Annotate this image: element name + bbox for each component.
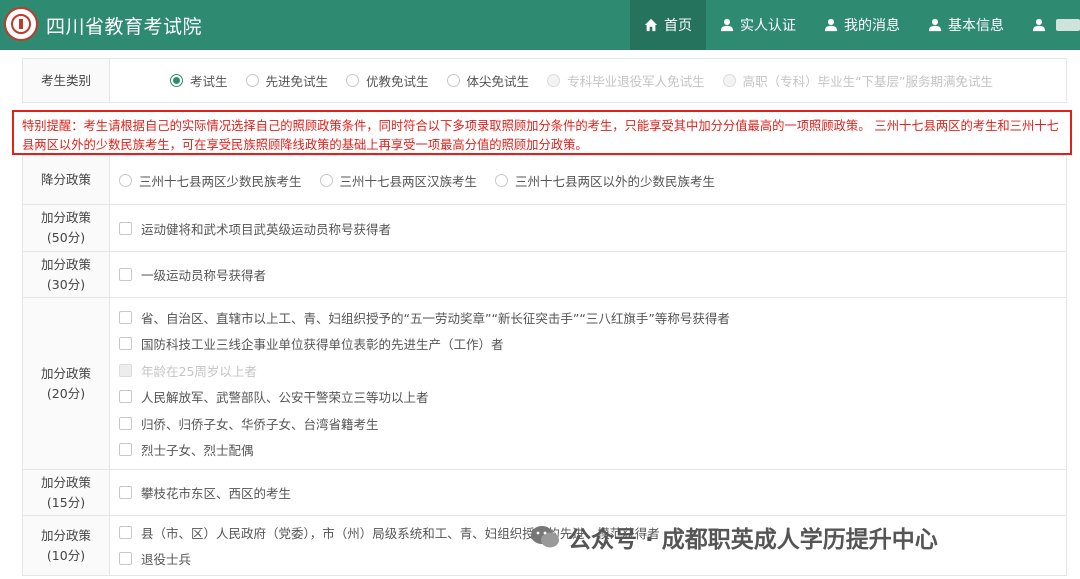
checkbox-icon[interactable] xyxy=(119,221,132,235)
nav-label: 基本信息 xyxy=(948,18,1004,34)
user-icon xyxy=(1032,18,1046,32)
bonus-policy-label: 加分政策 (20分) xyxy=(23,298,110,469)
radio-icon[interactable] xyxy=(495,173,509,187)
radio-label: 考试生 xyxy=(190,74,228,89)
radio-option[interactable]: 先进免试生 xyxy=(245,71,329,90)
radio-option[interactable]: 三州十七县两区以外的少数民族考生 xyxy=(495,171,715,190)
checkbox-option[interactable]: 人民解放军、武警部队、公安干警荣立三等功以上者 xyxy=(119,384,1057,411)
checkbox-label: 国防科技工业三线企事业单位获得单位表彰的先进生产（工作）者 xyxy=(141,337,504,353)
checkbox-label: 一级运动员称号获得者 xyxy=(141,268,267,283)
checkbox-icon[interactable] xyxy=(119,390,132,404)
bonus-policy-label: 加分政策 (50分) xyxy=(23,205,110,251)
nav-identity-auth[interactable]: 实人认证 xyxy=(706,0,810,50)
checkbox-label: 归侨、归侨子女、华侨子女、台湾省籍考生 xyxy=(141,416,379,432)
checkbox-option[interactable]: 运动健将和武术项目武英级运动员称号获得者 xyxy=(119,215,1057,242)
home-icon xyxy=(644,18,658,32)
radio-checked-icon[interactable] xyxy=(170,74,183,87)
reduce-policy-options: 三州十七县两区少数民族考生 三州十七县两区汉族考生 三州十七县两区以外的少数民族… xyxy=(119,171,1057,190)
user-icon xyxy=(720,18,734,32)
top-nav: 首页 实人认证 我的消息 基本信息 xyxy=(630,0,1080,50)
checkbox-label: 运动健将和武术项目武英级运动员称号获得者 xyxy=(141,221,392,237)
bonus-policy-row-30: 加分政策 (30分) 一级运动员称号获得者 xyxy=(22,252,1067,298)
checkbox-label: 年龄在25周岁以上者 xyxy=(141,363,257,379)
checkbox-option[interactable]: 归侨、归侨子女、华侨子女、台湾省籍考生 xyxy=(119,410,1057,437)
special-notice: 特别提醒：考生请根据自己的实际情况选择自己的照顾政策条件，同时符合以下多项录取照… xyxy=(12,110,1072,155)
radio-icon[interactable] xyxy=(319,173,333,187)
nav-home[interactable]: 首页 xyxy=(630,0,706,50)
checkbox-option[interactable]: 一级运动员称号获得者 xyxy=(119,261,1057,288)
checkbox-option[interactable]: 国防科技工业三线企事业单位获得单位表彰的先进生产（工作）者 xyxy=(119,331,1057,358)
nav-label: 首页 xyxy=(664,18,692,34)
watermark-text: 公众号 · 成都职英成人学历提升中心 xyxy=(568,527,938,553)
exam-category-options: 考试生 先进免试生 优教免试生 体尖免试生 专科毕业退役军人免试生 高职（专科）… xyxy=(170,71,1057,90)
checkbox-label: 省、自治区、直辖市以上工、青、妇组织授予的“五一劳动奖章”“新长征突击手”“三八… xyxy=(141,310,730,326)
nav-user-account[interactable] xyxy=(1018,0,1080,50)
site-logo xyxy=(4,7,38,41)
radio-label: 三州十七县两区以外的少数民族考生 xyxy=(515,173,716,189)
checkbox-option[interactable]: 攀枝花市东区、西区的考生 xyxy=(119,479,1057,506)
checkbox-icon[interactable] xyxy=(119,443,132,457)
bonus-policy-row-20: 加分政策 (20分) 省、自治区、直辖市以上工、青、妇组织授予的“五一劳动奖章”“… xyxy=(22,298,1067,470)
checkbox-option[interactable]: 烈士子女、烈士配偶 xyxy=(119,437,1057,464)
user-icon xyxy=(824,18,838,32)
radio-icon[interactable] xyxy=(245,74,259,87)
radio-option[interactable]: 三州十七县两区汉族考生 xyxy=(319,171,478,190)
radio-icon[interactable] xyxy=(446,74,460,87)
radio-icon xyxy=(547,74,561,87)
checkbox-icon[interactable] xyxy=(119,416,132,430)
checkbox-icon[interactable] xyxy=(119,486,132,499)
checkbox-label: 攀枝花市东区、西区的考生 xyxy=(141,486,292,501)
wechat-icon xyxy=(531,526,559,548)
radio-option[interactable]: 三州十七县两区少数民族考生 xyxy=(119,171,302,190)
user-icon xyxy=(928,18,942,32)
nav-basic-info[interactable]: 基本信息 xyxy=(914,0,1018,50)
radio-label: 体尖免试生 xyxy=(466,74,530,89)
bonus-policy-label: 加分政策 (10分) xyxy=(23,516,110,575)
radio-label: 三州十七县两区少数民族考生 xyxy=(139,173,302,189)
bonus-policy-row-50: 加分政策 (50分) 运动健将和武术项目武英级运动员称号获得者 xyxy=(22,205,1067,252)
radio-label: 优教免试生 xyxy=(366,74,429,89)
checkbox-icon[interactable] xyxy=(119,337,132,351)
top-header: 四川省教育考试院 首页 实人认证 我的消息 基本信息 xyxy=(0,0,1080,50)
bonus-policy-row-15: 加分政策 (15分) 攀枝花市东区、西区的考生 xyxy=(22,470,1067,516)
radio-label: 三州十七县两区汉族考生 xyxy=(339,173,478,189)
radio-label: 先进免试生 xyxy=(265,74,329,89)
bonus-policy-label: 加分政策 (30分) xyxy=(23,252,110,297)
checkbox-icon xyxy=(119,363,132,377)
radio-label: 专科毕业退役军人免试生 xyxy=(567,74,705,89)
radio-icon xyxy=(722,74,736,87)
checkbox-icon[interactable] xyxy=(119,310,132,324)
radio-icon[interactable] xyxy=(346,74,360,87)
reduce-policy-row: 降分政策 三州十七县两区少数民族考生 三州十七县两区汉族考生 三州十七县两区以外… xyxy=(22,155,1067,205)
nav-my-messages[interactable]: 我的消息 xyxy=(810,0,914,50)
checkbox-icon[interactable] xyxy=(119,268,132,281)
checkbox-label: 退役士兵 xyxy=(141,552,192,568)
nav-label: 我的消息 xyxy=(844,18,900,34)
checkbox-option[interactable]: 省、自治区、直辖市以上工、青、妇组织授予的“五一劳动奖章”“新长征突击手”“三八… xyxy=(119,304,1057,331)
radio-option[interactable]: 优教免试生 xyxy=(346,71,429,90)
reduce-policy-label: 降分政策 xyxy=(23,156,110,204)
radio-icon[interactable] xyxy=(119,173,132,187)
site-title: 四川省教育考试院 xyxy=(46,16,203,38)
exam-category-row: 考生类别 考试生 先进免试生 优教免试生 体尖免试生 专科毕业退役军人免试生 高… xyxy=(22,58,1067,103)
blurred-username xyxy=(1056,19,1080,31)
checkbox-label: 烈士子女、烈士配偶 xyxy=(141,443,254,459)
exam-category-label: 考生类别 xyxy=(23,59,110,102)
checkbox-icon[interactable] xyxy=(119,552,132,566)
radio-option-disabled: 高职（专科）毕业生“下基层”服务期满免试生 xyxy=(722,71,994,90)
checkbox-icon[interactable] xyxy=(119,525,132,539)
radio-option[interactable]: 考试生 xyxy=(170,71,228,90)
bonus-policy-label: 加分政策 (15分) xyxy=(23,470,110,515)
checkbox-label: 人民解放军、武警部队、公安干警荣立三等功以上者 xyxy=(141,390,429,406)
radio-label: 高职（专科）毕业生“下基层”服务期满免试生 xyxy=(742,74,994,89)
nav-label: 实人认证 xyxy=(740,18,796,34)
radio-option-disabled: 专科毕业退役军人免试生 xyxy=(547,71,705,90)
checkbox-option-disabled: 年龄在25周岁以上者 xyxy=(119,357,1057,384)
radio-option[interactable]: 体尖免试生 xyxy=(446,71,530,90)
watermark: 公众号 · 成都职英成人学历提升中心 xyxy=(530,520,938,554)
